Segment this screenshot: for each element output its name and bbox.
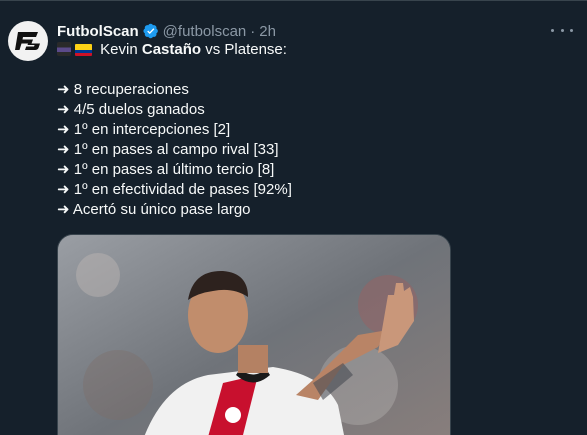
separator: · (250, 22, 256, 40)
tweet-text: Kevin Castaño vs Platense: ➜ 8 recuperac… (57, 40, 567, 220)
club-flag-icon (57, 42, 71, 56)
author-name[interactable]: FutbolScan (57, 23, 139, 40)
intro-line: Kevin Castaño vs Platense: (57, 40, 567, 60)
player-last-name: Castaño (141, 41, 202, 58)
tweet-photo[interactable] (57, 234, 451, 435)
stat-line: ➜ 1º en pases al campo rival [33] (57, 140, 567, 160)
more-options-icon[interactable] (551, 22, 573, 38)
stat-line: ➜ 8 recuperaciones (57, 80, 567, 100)
arrow-icon: ➜ (57, 201, 70, 218)
stat-text: 1º en intercepciones [2] (73, 121, 231, 138)
stat-text: 1º en pases al último tercio [8] (73, 161, 275, 178)
avatar[interactable] (8, 21, 48, 61)
stat-text: 1º en efectividad de pases [92%] (73, 181, 292, 198)
arrow-icon: ➜ (57, 81, 70, 98)
timestamp[interactable]: 2h (259, 23, 276, 40)
stat-text: Acertó su único pase largo (72, 201, 251, 218)
author-handle[interactable]: @futbolscan (163, 23, 247, 40)
opponent: vs Platense: (205, 41, 287, 58)
stat-text: 8 recuperaciones (73, 81, 189, 98)
arrow-icon: ➜ (57, 181, 70, 198)
arrow-icon: ➜ (57, 141, 70, 158)
futbolscan-logo-icon (15, 32, 40, 50)
tweet-header: FutbolScan @futbolscan · 2h (57, 21, 276, 41)
divider (0, 0, 587, 1)
arrow-icon: ➜ (57, 121, 70, 138)
more-dot (560, 28, 564, 32)
stat-text: 4/5 duelos ganados (73, 101, 205, 118)
stat-line: ➜ 4/5 duelos ganados (57, 100, 567, 120)
colombia-flag-icon (75, 44, 92, 56)
player-first-name: Kevin (100, 41, 138, 58)
stat-line: ➜ 1º en efectividad de pases [92%] (57, 180, 567, 200)
verified-badge-icon (143, 23, 159, 39)
stat-line: ➜ Acertó su único pase largo (57, 200, 567, 220)
tweet: FutbolScan @futbolscan · 2h Kevin Castañ… (0, 0, 587, 435)
more-dot (570, 28, 573, 32)
stat-text: 1º en pases al campo rival [33] (73, 141, 279, 158)
stat-line: ➜ 1º en intercepciones [2] (57, 120, 567, 140)
player-photo (58, 235, 450, 435)
arrow-icon: ➜ (57, 161, 70, 178)
stat-line: ➜ 1º en pases al último tercio [8] (57, 160, 567, 180)
arrow-icon: ➜ (57, 101, 70, 118)
more-dot (551, 28, 554, 32)
